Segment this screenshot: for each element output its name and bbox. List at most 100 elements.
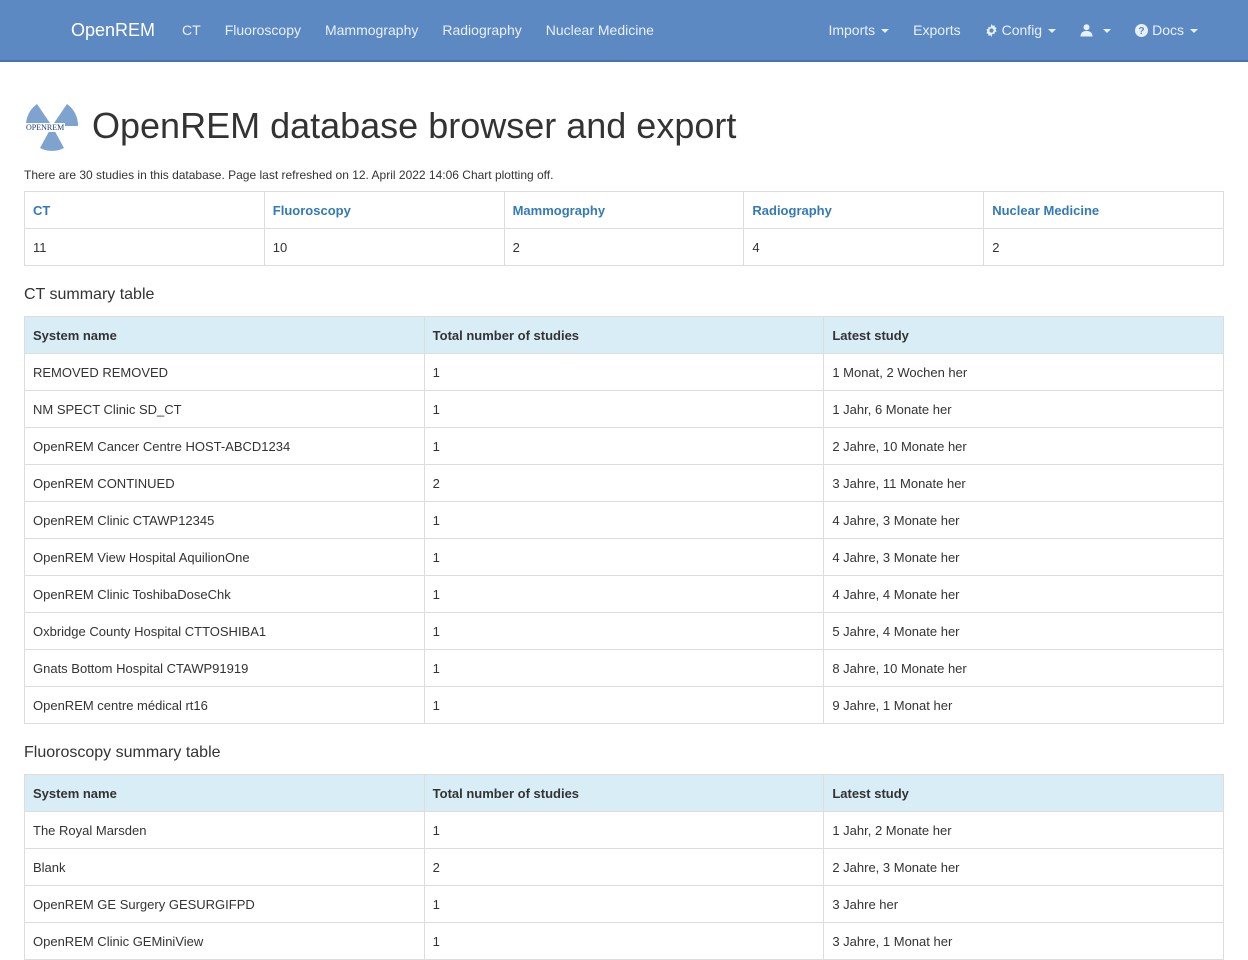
latest-study-cell: 3 Jahre, 11 Monate her xyxy=(823,464,1224,502)
table-header-row: System name Total number of studies Late… xyxy=(24,774,1224,812)
column-header-latest-study: Latest study xyxy=(823,774,1224,812)
nav-radiography[interactable]: Radiography xyxy=(430,22,533,38)
openrem-logo: OPENREM xyxy=(24,98,80,154)
system-name-cell: Oxbridge County Hospital CTTOSHIBA1 xyxy=(24,612,425,650)
study-count-cell: 1 xyxy=(423,390,825,428)
gear-icon xyxy=(986,24,997,37)
study-count-cell: 1 xyxy=(423,686,825,724)
ct-summary-title: CT summary table xyxy=(24,286,155,303)
page-title: OpenREM database browser and export xyxy=(92,105,737,146)
system-name-cell: Blank xyxy=(24,848,425,886)
study-count-cell: 1 xyxy=(423,353,825,391)
system-name-cell: Gnats Bottom Hospital CTAWP91919 xyxy=(24,649,425,687)
nav-ct[interactable]: CT xyxy=(170,22,213,38)
latest-study-cell: 8 Jahre, 10 Monate her xyxy=(823,649,1224,687)
study-count-cell: 1 xyxy=(423,427,825,465)
table-row: OpenREM Cancer Centre HOST-ABCD1234 1 2 Ja… xyxy=(24,427,1224,465)
database-summary-text: There are 30 studies in this database. P… xyxy=(24,168,554,182)
count-fluoroscopy: 10 xyxy=(263,228,505,266)
svg-text:?: ? xyxy=(1138,26,1144,37)
top-navbar: OpenREM CT Fluoroscopy Mammography Radio… xyxy=(0,0,1248,62)
modality-link-mammography[interactable]: Mammography xyxy=(513,203,605,218)
column-header-system-name: System name xyxy=(24,316,425,354)
modality-cell-nuclear-medicine: Nuclear Medicine xyxy=(983,191,1224,229)
table-row: OpenREM Clinic ToshibaDoseChk 1 4 Jahre, 4… xyxy=(24,575,1224,613)
table-row: Blank 2 2 Jahre, 3 Monate her xyxy=(24,848,1224,886)
docs-label: Docs xyxy=(1152,22,1184,38)
fluoroscopy-summary-title: Fluoroscopy summary table xyxy=(24,744,221,761)
table-row: OpenREM Clinic CTAWP12345 1 4 Jahre, 3 Mon… xyxy=(24,501,1224,539)
latest-study-cell: 4 Jahre, 3 Monate her xyxy=(823,501,1224,539)
question-circle-icon: ? xyxy=(1135,24,1149,37)
column-header-total-studies: Total number of studies xyxy=(423,316,825,354)
modality-link-nuclear-medicine[interactable]: Nuclear Medicine xyxy=(992,203,1099,218)
nav-nuclear-medicine[interactable]: Nuclear Medicine xyxy=(534,22,666,38)
table-row: Gnats Bottom Hospital CTAWP91919 1 8 Jahre… xyxy=(24,649,1224,687)
modality-link-ct[interactable]: CT xyxy=(33,203,50,218)
caret-down-icon xyxy=(1048,29,1057,34)
user-icon xyxy=(1080,24,1093,37)
docs-dropdown[interactable]: ? Docs xyxy=(1123,22,1210,38)
modality-link-fluoroscopy[interactable]: Fluoroscopy xyxy=(273,203,351,218)
imports-dropdown[interactable]: Imports xyxy=(816,22,901,38)
modality-cell-radiography: Radiography xyxy=(743,191,985,229)
column-header-system-name: System name xyxy=(24,774,425,812)
system-name-cell: NM SPECT Clinic SD_CT xyxy=(24,390,425,428)
exports-link[interactable]: Exports xyxy=(901,22,972,38)
table-row: NM SPECT Clinic SD_CT 1 1 Jahr, 6 Monate h… xyxy=(24,390,1224,428)
user-dropdown[interactable] xyxy=(1068,22,1123,38)
fluoroscopy-summary-table: System name Total number of studies Late… xyxy=(24,774,1224,960)
latest-study-cell: 4 Jahre, 3 Monate her xyxy=(823,538,1224,576)
column-header-total-studies: Total number of studies xyxy=(423,774,825,812)
system-name-cell: OpenREM centre médical rt16 xyxy=(24,686,425,724)
page-header: OPENREM OpenREM database browser and exp… xyxy=(24,98,1224,154)
study-count-cell: 1 xyxy=(423,501,825,539)
study-count-cell: 1 xyxy=(423,885,825,923)
study-count-cell: 2 xyxy=(423,464,825,502)
caret-down-icon xyxy=(1103,29,1112,34)
table-row: OpenREM Clinic GEMiniView 1 3 Jahre, 1 Mon… xyxy=(24,922,1224,960)
count-nuclear-medicine: 2 xyxy=(983,228,1224,266)
study-count-cell: 1 xyxy=(423,575,825,613)
modality-cell-fluoroscopy: Fluoroscopy xyxy=(263,191,505,229)
ct-summary-table: System name Total number of studies Late… xyxy=(24,316,1224,724)
table-row: OpenREM centre médical rt16 1 9 Jahre, 1 M… xyxy=(24,686,1224,724)
column-header-latest-study: Latest study xyxy=(823,316,1224,354)
study-count-cell: 1 xyxy=(423,612,825,650)
modality-count-table: CT Fluoroscopy Mammography Radiography N… xyxy=(24,191,1224,266)
latest-study-cell: 1 Monat, 2 Wochen her xyxy=(823,353,1224,391)
count-ct: 11 xyxy=(24,228,265,266)
table-row: OpenREM CONTINUED 2 3 Jahre, 11 Monate her xyxy=(24,464,1224,502)
caret-down-icon xyxy=(881,29,890,34)
study-count-cell: 1 xyxy=(423,922,825,960)
modality-cell-ct: CT xyxy=(24,191,265,229)
nav-fluoroscopy[interactable]: Fluoroscopy xyxy=(213,22,313,38)
study-count-cell: 1 xyxy=(423,649,825,687)
table-row: OpenREM View Hospital AquilionOne 1 4 Jahr… xyxy=(24,538,1224,576)
modality-cell-mammography: Mammography xyxy=(503,191,745,229)
count-mammography: 2 xyxy=(503,228,745,266)
latest-study-cell: 3 Jahre, 1 Monat her xyxy=(823,922,1224,960)
system-name-cell: OpenREM Clinic CTAWP12345 xyxy=(24,501,425,539)
latest-study-cell: 1 Jahr, 2 Monate her xyxy=(823,811,1224,849)
nav-mammography[interactable]: Mammography xyxy=(313,22,430,38)
modality-links-row: CT Fluoroscopy Mammography Radiography N… xyxy=(24,191,1224,229)
imports-label: Imports xyxy=(828,22,876,38)
study-count-cell: 1 xyxy=(423,538,825,576)
study-count-cell: 2 xyxy=(423,848,825,886)
system-name-cell: OpenREM Clinic ToshibaDoseChk xyxy=(24,575,425,613)
modality-link-radiography[interactable]: Radiography xyxy=(752,203,831,218)
system-name-cell: OpenREM Clinic GEMiniView xyxy=(24,922,425,960)
brand-link[interactable]: OpenREM xyxy=(56,20,170,41)
system-name-cell: OpenREM View Hospital AquilionOne xyxy=(24,538,425,576)
table-row: REMOVED REMOVED 1 1 Monat, 2 Wochen her xyxy=(24,353,1224,391)
modality-counts-row: 11 10 2 4 2 xyxy=(24,228,1224,266)
table-row: OpenREM GE Surgery GESURGIFPD 1 3 Jahre he… xyxy=(24,885,1224,923)
table-header-row: System name Total number of studies Late… xyxy=(24,316,1224,354)
study-count-cell: 1 xyxy=(423,811,825,849)
caret-down-icon xyxy=(1190,29,1198,34)
config-label: Config xyxy=(1001,22,1043,38)
logo-text: OPENREM xyxy=(25,123,66,132)
config-dropdown[interactable]: Config xyxy=(973,22,1068,38)
system-name-cell: OpenREM Cancer Centre HOST-ABCD1234 xyxy=(24,427,425,465)
